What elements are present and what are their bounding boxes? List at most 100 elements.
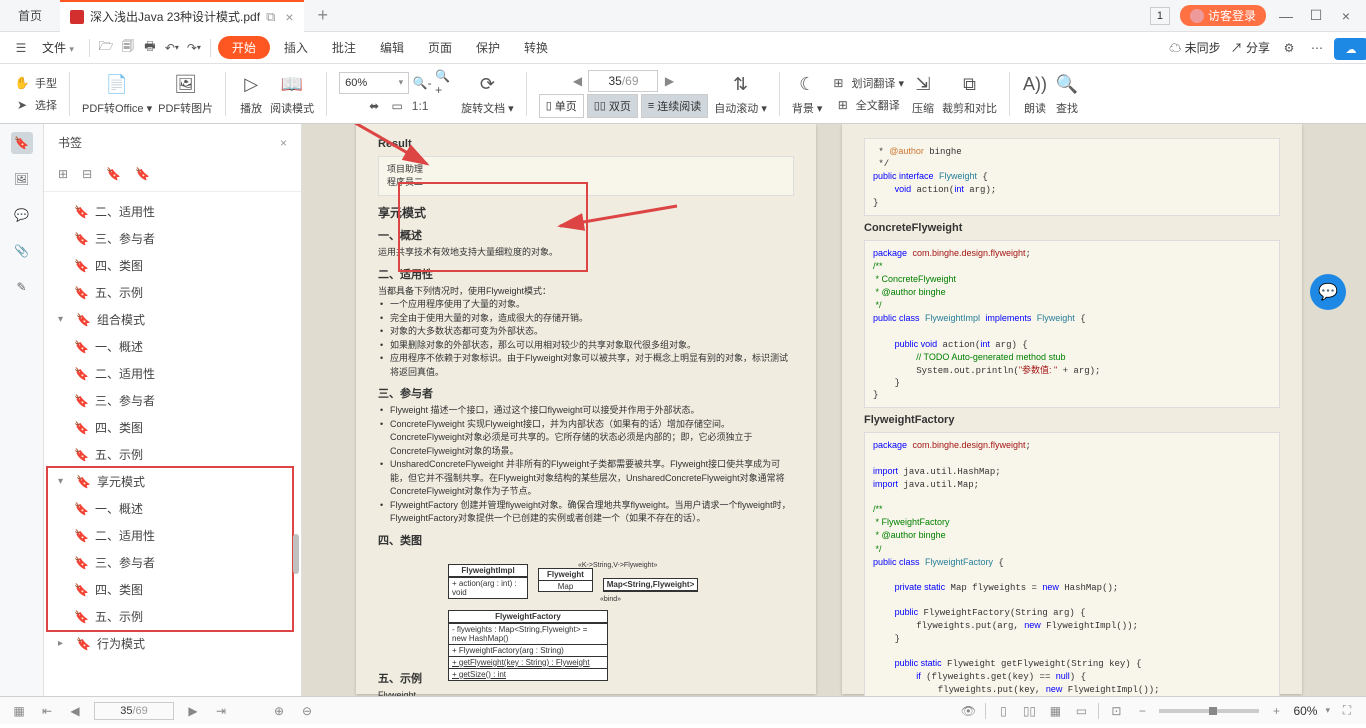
bookmark-title: 书签 bbox=[58, 134, 82, 151]
close-tab-icon[interactable]: × bbox=[285, 9, 293, 25]
st-view4-icon[interactable]: ▭ bbox=[1072, 704, 1090, 718]
login-button[interactable]: 访客登录 bbox=[1180, 5, 1266, 26]
bookmark-item[interactable]: 🔖二、适用性 bbox=[44, 198, 301, 225]
menu-edit[interactable]: 编辑 bbox=[370, 39, 414, 56]
window-count[interactable]: 1 bbox=[1150, 7, 1170, 25]
find-button[interactable]: 🔍查找 bbox=[1054, 72, 1080, 116]
maximize-button[interactable]: ☐ bbox=[1306, 7, 1326, 24]
bookmark-item[interactable]: 🔖三、参与者 bbox=[44, 225, 301, 252]
st-thumbnails-icon[interactable]: ▦ bbox=[10, 704, 28, 718]
st-zoom-out-icon[interactable]: − bbox=[1133, 704, 1151, 718]
close-button[interactable]: × bbox=[1336, 8, 1356, 24]
background-button[interactable]: ☾背景 ▾ bbox=[792, 72, 823, 116]
st-fullscreen-icon[interactable]: ⛶ bbox=[1338, 703, 1356, 718]
bookmark-item[interactable]: 🔖五、示例 bbox=[44, 441, 301, 468]
actual-size-icon[interactable]: 1:1 bbox=[410, 96, 430, 116]
tab-document[interactable]: 深入浅出Java 23种设计模式.pdf ⧉ × bbox=[60, 0, 304, 32]
menu-file[interactable]: 文件 ▾ bbox=[34, 39, 82, 56]
bm-tool-4[interactable]: 🔖 bbox=[135, 167, 150, 181]
menu-convert[interactable]: 转换 bbox=[514, 39, 558, 56]
float-icon[interactable]: ⧉ bbox=[266, 9, 275, 25]
zoom-out-icon[interactable]: 🔍- bbox=[412, 73, 432, 93]
bookmark-item[interactable]: 🔖四、类图 bbox=[44, 252, 301, 279]
menu-annotate[interactable]: 批注 bbox=[322, 39, 366, 56]
bookmark-item[interactable]: ▸🔖行为模式 bbox=[44, 630, 301, 657]
signature-panel-icon[interactable]: ✎ bbox=[11, 276, 33, 298]
thumbnail-panel-icon[interactable]: 🖼 bbox=[11, 168, 33, 190]
st-first-icon[interactable]: ⇤ bbox=[38, 704, 56, 718]
read-mode-button[interactable]: 📖阅读模式 bbox=[270, 72, 314, 116]
st-page-input[interactable]: 35/69 bbox=[94, 702, 174, 720]
bookmark-item[interactable]: ▾🔖组合模式 bbox=[44, 306, 301, 333]
bookmark-item[interactable]: 🔖二、适用性 bbox=[44, 360, 301, 387]
page-input[interactable]: 35/69 bbox=[588, 70, 658, 92]
menu-start[interactable]: 开始 bbox=[218, 36, 270, 59]
st-prev-icon[interactable]: ◀ bbox=[66, 704, 84, 718]
comment-panel-icon[interactable]: 💬 bbox=[11, 204, 33, 226]
sync-status[interactable]: ☁ 未同步 bbox=[1169, 39, 1220, 56]
cloud-badge[interactable]: ☁ bbox=[1334, 38, 1366, 60]
st-expand-icon[interactable]: ⊕ bbox=[270, 704, 288, 718]
single-page-button[interactable]: ▯ 单页 bbox=[539, 94, 584, 118]
menu-page[interactable]: 页面 bbox=[418, 39, 462, 56]
next-page-button[interactable]: ▶ bbox=[661, 74, 677, 88]
minimize-button[interactable]: — bbox=[1276, 8, 1296, 24]
assistant-float-button[interactable]: 💬 bbox=[1310, 274, 1346, 310]
bm-tool-1[interactable]: ⊞ bbox=[58, 167, 68, 181]
st-view1-icon[interactable]: ▯ bbox=[994, 704, 1012, 718]
print-icon[interactable]: 🖶 bbox=[141, 39, 159, 57]
pdf-to-office-button[interactable]: 📄PDF转Office ▾ bbox=[82, 72, 152, 116]
read-aloud-button[interactable]: A))朗读 bbox=[1022, 72, 1048, 116]
play-button[interactable]: ▷播放 bbox=[238, 72, 264, 116]
menu-icon[interactable]: ☰ bbox=[12, 39, 30, 57]
bm-tool-2[interactable]: ⊟ bbox=[82, 167, 92, 181]
st-fit-icon[interactable]: ⊡ bbox=[1107, 704, 1125, 718]
rotate-button[interactable]: ⟳旋转文档 ▾ bbox=[461, 72, 514, 116]
st-next-icon[interactable]: ▶ bbox=[184, 704, 202, 718]
st-zoom-in-icon[interactable]: + bbox=[1267, 704, 1285, 718]
st-view3-icon[interactable]: ▦ bbox=[1046, 704, 1064, 718]
continuous-button[interactable]: ≡ 连续阅读 bbox=[641, 94, 708, 118]
undo-icon[interactable]: ↶▾ bbox=[163, 39, 181, 57]
auto-scroll-button[interactable]: ⇅自动滚动 ▾ bbox=[714, 72, 767, 116]
menu-insert[interactable]: 插入 bbox=[274, 39, 318, 56]
hand-tool[interactable]: ✋手型 bbox=[12, 73, 57, 93]
double-page-button[interactable]: ▯▯ 双页 bbox=[587, 94, 638, 118]
open-icon[interactable]: 🗁 bbox=[97, 39, 115, 57]
redo-icon[interactable]: ↷▾ bbox=[185, 39, 203, 57]
menu-protect[interactable]: 保护 bbox=[466, 39, 510, 56]
st-view2-icon[interactable]: ▯▯ bbox=[1020, 704, 1038, 718]
crop-compare-button[interactable]: ⧉裁剪和对比 bbox=[942, 72, 997, 116]
more-icon[interactable]: ⋯ bbox=[1308, 39, 1326, 57]
tab-home[interactable]: 首页 bbox=[0, 0, 60, 32]
zoom-in-icon[interactable]: 🔍+ bbox=[435, 73, 455, 93]
pdf-to-image-button[interactable]: 🖼PDF转图片 bbox=[158, 72, 213, 116]
st-last-icon[interactable]: ⇥ bbox=[212, 704, 230, 718]
compress-button[interactable]: ⇲压缩 bbox=[910, 72, 936, 116]
fit-page-icon[interactable]: ▭ bbox=[387, 96, 407, 116]
add-tab-button[interactable]: + bbox=[304, 5, 343, 26]
bookmark-item[interactable]: 🔖四、类图 bbox=[44, 414, 301, 441]
gear-icon[interactable]: ⚙ bbox=[1280, 39, 1298, 57]
bookmark-item[interactable]: 🔖五、示例 bbox=[44, 279, 301, 306]
bookmark-panel-icon[interactable]: 🔖 bbox=[11, 132, 33, 154]
bookmark-item[interactable]: 🔖三、参与者 bbox=[44, 387, 301, 414]
save-icon[interactable]: 🗐 bbox=[119, 39, 137, 57]
fit-width-icon[interactable]: ⬌ bbox=[364, 96, 384, 116]
zoom-input[interactable]: 60%▾ bbox=[339, 72, 409, 94]
bookmark-item[interactable]: 🔖一、概述 bbox=[44, 333, 301, 360]
share-button[interactable]: ↗ 分享 bbox=[1231, 39, 1270, 56]
st-zoom-value[interactable]: 60% bbox=[1293, 704, 1317, 718]
document-area[interactable]: Result 项目助理 程序员二 享元模式 一、概述 运用共享技术有效地支持大量… bbox=[302, 124, 1366, 696]
attachment-panel-icon[interactable]: 📎 bbox=[11, 240, 33, 262]
scrollbar-thumb[interactable] bbox=[293, 534, 299, 574]
st-eye-icon[interactable]: 👁 bbox=[959, 704, 977, 718]
close-panel-icon[interactable]: × bbox=[280, 136, 287, 150]
select-tool[interactable]: ➤选择 bbox=[12, 95, 57, 115]
full-translate-button[interactable]: ⊞全文翻译 bbox=[833, 95, 900, 115]
st-collapse-icon[interactable]: ⊖ bbox=[298, 704, 316, 718]
first-page-button[interactable]: ◀ bbox=[569, 74, 585, 88]
word-translate-button[interactable]: ⊞划词翻译 ▾ bbox=[828, 73, 904, 93]
bm-tool-3[interactable]: 🔖 bbox=[106, 167, 121, 181]
zoom-slider[interactable] bbox=[1159, 709, 1259, 713]
